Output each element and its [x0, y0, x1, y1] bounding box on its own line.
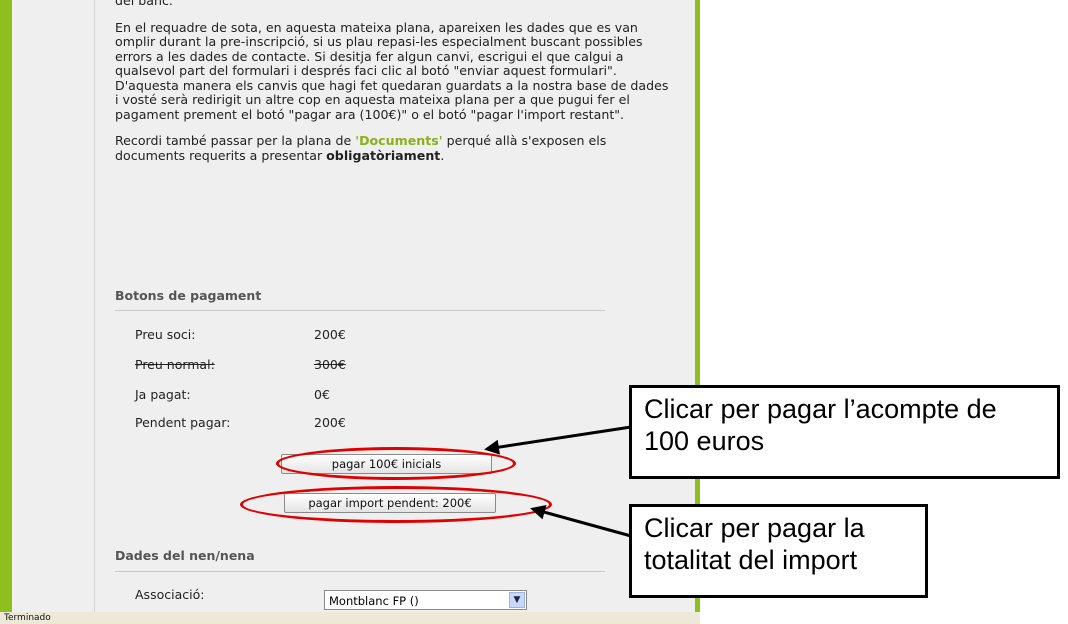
arrow-to-initial-button — [484, 425, 632, 455]
callout-initial-payment: Clicar per pagar l’acompte de 100 euros — [629, 385, 1060, 479]
callout-full-payment: Clicar per pagar la totalitat del import — [629, 504, 928, 598]
arrow-to-pending-button — [530, 504, 632, 538]
